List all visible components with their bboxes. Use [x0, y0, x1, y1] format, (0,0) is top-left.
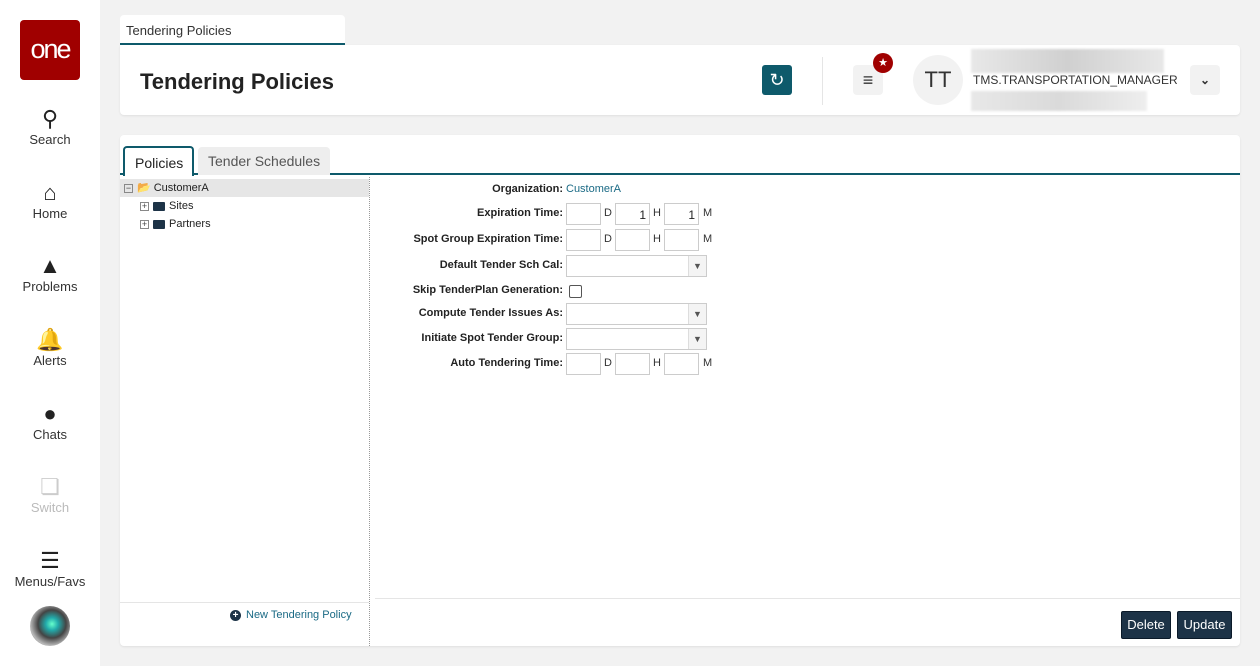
- nav-label: Chats: [33, 427, 67, 442]
- tree-label: Partners: [169, 218, 211, 230]
- nav-home[interactable]: ⌂ Home: [0, 180, 100, 221]
- unit-m: M: [703, 233, 713, 245]
- auto-hours-input[interactable]: [615, 353, 650, 375]
- nav-search[interactable]: ⚲ Search: [0, 106, 100, 147]
- expand-icon[interactable]: +: [140, 201, 149, 211]
- chevron-down-icon: ⌄: [1199, 73, 1211, 87]
- divider: [375, 598, 1240, 599]
- new-tendering-policy-link[interactable]: + New Tendering Policy: [230, 609, 352, 621]
- auto-minutes-input[interactable]: [664, 353, 699, 375]
- page-tab[interactable]: Tendering Policies: [120, 15, 345, 45]
- chevron-down-icon: ▼: [688, 329, 706, 349]
- user-avatar[interactable]: TT: [913, 55, 963, 105]
- compute-select[interactable]: ▼: [566, 303, 707, 325]
- auto-label: Auto Tendering Time:: [450, 357, 563, 369]
- chevron-down-icon: ▼: [688, 256, 706, 276]
- tree-node-partners[interactable]: + Partners: [140, 215, 211, 233]
- nav-problems[interactable]: ▲ Problems: [0, 253, 100, 294]
- spot-expiration-label: Spot Group Expiration Time:: [413, 233, 563, 245]
- unit-h: H: [653, 357, 661, 369]
- spot-expiration-days-input[interactable]: [566, 229, 601, 251]
- menu-icon: ≡: [862, 70, 874, 90]
- organization-value: CustomerA: [566, 183, 622, 195]
- unit-h: H: [653, 207, 661, 219]
- unit-h: H: [653, 233, 661, 245]
- spot-expiration-hours-input[interactable]: [615, 229, 650, 251]
- unit-d: D: [604, 207, 612, 219]
- skip-tenderplan-checkbox[interactable]: [569, 285, 582, 298]
- compute-label: Compute Tender Issues As:: [418, 307, 563, 319]
- home-icon: ⌂: [43, 180, 57, 205]
- tree-node-sites[interactable]: + Sites: [140, 197, 193, 215]
- default-cal-select[interactable]: ▼: [566, 255, 707, 277]
- expiration-hours-input[interactable]: 1: [615, 203, 650, 225]
- tree-label: Sites: [169, 200, 194, 212]
- update-button[interactable]: Update: [1177, 611, 1232, 639]
- main-panel: Policies Tender Schedules − 📂 CustomerA + S…: [120, 135, 1240, 646]
- unit-d: D: [604, 233, 612, 245]
- org-tree: − 📂 CustomerA + Sites + Partners + New Tender…: [120, 177, 370, 646]
- search-icon: ⚲: [41, 106, 59, 131]
- divider: [822, 57, 823, 105]
- expiration-days-input[interactable]: [566, 203, 601, 225]
- tab-bar: Policies Tender Schedules: [120, 146, 1240, 176]
- folder-icon: [153, 201, 165, 211]
- refresh-button[interactable]: ↻: [762, 65, 792, 95]
- auto-days-input[interactable]: [566, 353, 601, 375]
- skip-label: Skip TenderPlan Generation:: [412, 284, 563, 296]
- page-title: Tendering Policies: [140, 69, 334, 94]
- sidebar: one ⚲ Search ⌂ Home ▲ Problems 🔔 Alerts ● Cha…: [0, 0, 100, 666]
- refresh-icon: ↻: [769, 70, 785, 90]
- one-logo[interactable]: one: [20, 20, 80, 80]
- star-badge-icon: ★: [873, 53, 893, 73]
- tree-footer: + New Tendering Policy: [120, 602, 369, 646]
- nav-label: Menus/Favs: [14, 574, 86, 589]
- folder-icon: [153, 219, 165, 229]
- default-cal-label: Default Tender Sch Cal:: [439, 259, 563, 271]
- nav-label: Problems: [22, 279, 78, 294]
- nav-label: Alerts: [33, 353, 67, 368]
- switch-icon: ❏: [40, 474, 60, 499]
- initiate-select[interactable]: ▼: [566, 328, 707, 350]
- folder-open-icon: 📂: [137, 182, 151, 194]
- assistant-avatar[interactable]: [30, 606, 70, 646]
- unit-m: M: [703, 357, 713, 369]
- link-label: New Tendering Policy: [246, 609, 352, 621]
- nav-label: Switch: [30, 500, 70, 515]
- unit-d: D: [604, 357, 612, 369]
- organization-label: Organization:: [492, 183, 563, 195]
- warning-icon: ▲: [39, 253, 61, 278]
- user-role: TMS.TRANSPORTATION_MANAGER: [973, 73, 1178, 87]
- expand-icon[interactable]: +: [140, 219, 149, 229]
- unit-m: M: [703, 207, 713, 219]
- menu-icon: ☰: [40, 548, 60, 573]
- nav-label: Home: [32, 206, 68, 221]
- chevron-down-icon: ▼: [688, 304, 706, 324]
- expiration-minutes-input[interactable]: 1: [664, 203, 699, 225]
- tab-tender-schedules[interactable]: Tender Schedules: [198, 147, 331, 175]
- nav-chats[interactable]: ● Chats: [0, 401, 100, 442]
- bell-icon: 🔔: [36, 327, 64, 352]
- collapse-icon[interactable]: −: [124, 183, 133, 193]
- nav-label: Search: [29, 132, 71, 147]
- expiration-label: Expiration Time:: [477, 207, 563, 219]
- nav-alerts[interactable]: 🔔 Alerts: [0, 327, 100, 368]
- nav-menus-favs[interactable]: ☰ Menus/Favs: [0, 548, 100, 589]
- page-header: Tendering Policies ↻ ≡ ★ TT TMS.TRANSPOR…: [120, 45, 1240, 115]
- redacted-user-org: [971, 91, 1147, 111]
- redacted-user-name: [971, 49, 1164, 73]
- chat-icon: ●: [43, 401, 57, 426]
- tree-label: CustomerA: [153, 182, 209, 194]
- user-menu-dropdown[interactable]: ⌄: [1190, 65, 1220, 95]
- plus-circle-icon: +: [230, 609, 241, 621]
- initiate-label: Initiate Spot Tender Group:: [421, 332, 563, 344]
- tree-node-root[interactable]: − 📂 CustomerA: [120, 179, 369, 197]
- delete-button[interactable]: Delete: [1121, 611, 1171, 639]
- tab-policies[interactable]: Policies: [123, 146, 194, 176]
- nav-switch[interactable]: ❏ Switch: [0, 474, 100, 515]
- spot-expiration-minutes-input[interactable]: [664, 229, 699, 251]
